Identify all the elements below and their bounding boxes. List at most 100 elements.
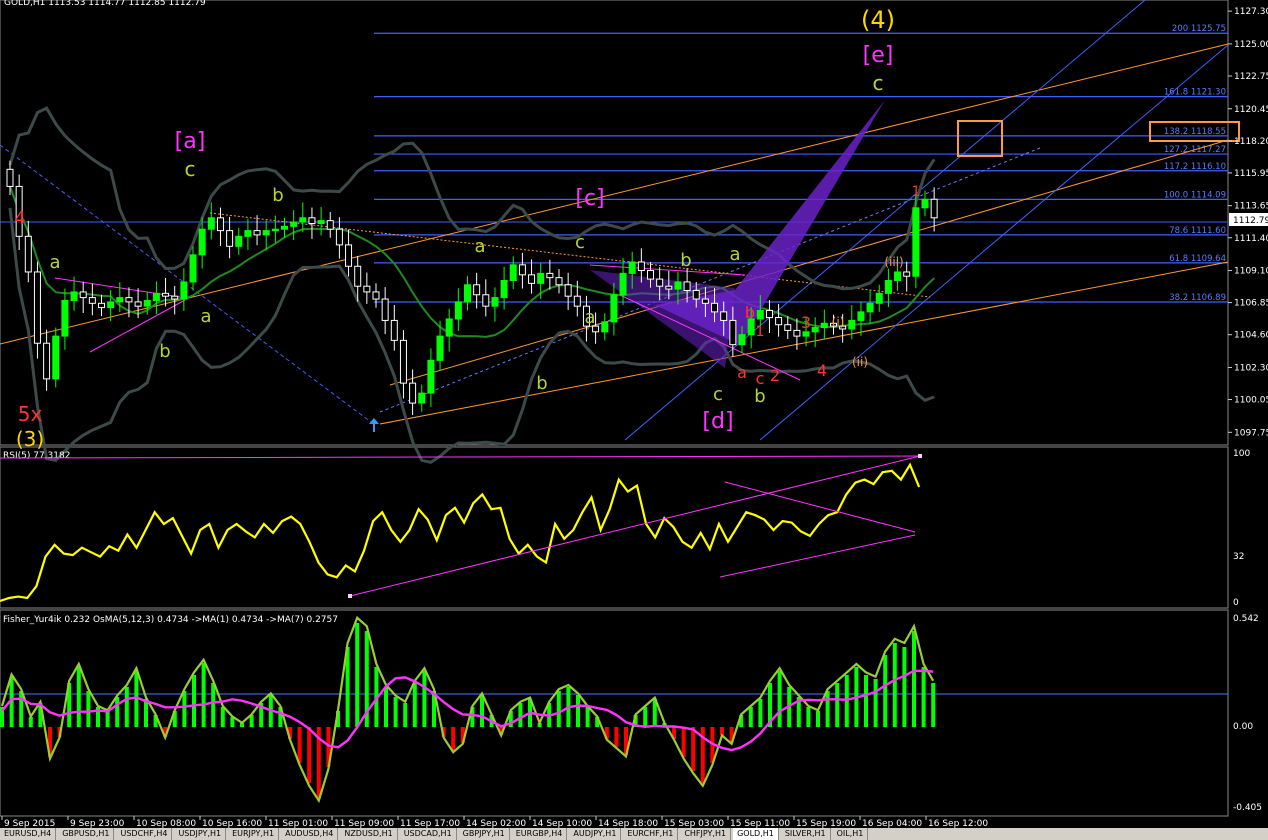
chart-tab[interactable]: GBPJPY,H1 <box>459 828 510 840</box>
candle-body <box>207 217 215 230</box>
candle-body <box>820 322 828 329</box>
candle-body <box>875 292 883 304</box>
price-tick-label: 1115.95 <box>1234 169 1268 179</box>
candle-body <box>647 270 654 280</box>
candle-body <box>171 295 179 300</box>
wave-label-red_4b: 4 <box>817 361 827 380</box>
chart-tab[interactable]: GOLD,H1 <box>733 828 779 840</box>
osma-bar <box>720 727 724 735</box>
candle-body <box>866 302 874 313</box>
fisher-tick-bottom: -0.405 <box>1233 803 1262 813</box>
candle-body <box>116 297 124 303</box>
osma-bar <box>422 671 427 727</box>
osma-bar <box>105 711 110 727</box>
candle-body <box>692 289 700 300</box>
wave-label-wd: [d] <box>702 409 733 434</box>
wave-label-red_1: 1 <box>756 324 765 340</box>
candle-body <box>436 335 444 361</box>
chart-tab[interactable]: OIL,H1 <box>833 828 869 840</box>
osma-bar <box>144 699 148 727</box>
candle-body <box>756 309 764 320</box>
chart-tab[interactable]: USDCHF,H4 <box>116 828 173 840</box>
candle-body <box>793 329 801 337</box>
osma-bar <box>480 695 484 727</box>
chart-tab[interactable]: NZDUSD,H1 <box>340 828 398 840</box>
chart-tab[interactable]: EURJPY,H1 <box>228 828 280 840</box>
candle-body <box>564 284 572 297</box>
time-tick-label: 11 Sep 09:00 <box>334 819 394 828</box>
candle-body <box>619 272 627 296</box>
wave-label-a3: a <box>474 236 485 257</box>
candle-body <box>399 339 407 384</box>
candle-body <box>317 220 325 225</box>
osma-bar <box>816 711 820 727</box>
wave-label-i: (i) <box>832 315 845 329</box>
wave-label-a1: a <box>49 252 60 273</box>
wave-label-wc: [c] <box>575 186 604 211</box>
osma-bar <box>403 703 408 727</box>
candle-body <box>930 198 938 219</box>
price-tick-label: 1127.30 <box>1234 7 1268 17</box>
candle-body <box>98 302 105 309</box>
chart-tab[interactable]: USDCAD,H1 <box>400 828 457 840</box>
wave-label-red_5x: 5x <box>18 402 43 426</box>
candle-body <box>281 225 288 230</box>
wave-label-wa_c: c <box>185 157 196 181</box>
time-tick-label: 10 Sep 16:00 <box>202 819 262 828</box>
candle-body <box>802 331 810 337</box>
wave-label-a4: a <box>584 307 595 328</box>
osma-bar <box>307 727 312 783</box>
chart-tab[interactable]: AUDUSD,H4 <box>281 828 339 840</box>
osma-bar <box>614 727 619 747</box>
price-tick-label: 1118.20 <box>1234 137 1268 147</box>
chart-tab[interactable]: EURCHF,H1 <box>623 828 679 840</box>
candle-body <box>427 359 435 394</box>
candle-body <box>491 297 499 307</box>
candle-body <box>454 301 462 320</box>
chart-tab[interactable]: CHFJPY,H1 <box>680 828 732 840</box>
wave-label-red_a: a <box>737 363 747 382</box>
chart-tab[interactable]: EURUSD,H4 <box>0 828 57 840</box>
time-tick-label: 9 Sep 23:00 <box>70 819 125 828</box>
osma-bar <box>201 663 206 727</box>
fib-label: 38.2 1106.89 <box>1169 293 1226 303</box>
wave-label-a2: a <box>200 306 211 327</box>
osma-bar <box>220 707 225 727</box>
candle-body <box>33 271 41 344</box>
osma-bar <box>758 699 763 727</box>
candle-body <box>464 284 471 303</box>
time-tick-label: 14 Sep 02:00 <box>466 819 526 828</box>
candle-body <box>345 244 353 267</box>
candle-body <box>308 217 316 225</box>
candle-body <box>363 285 371 293</box>
chart-tab[interactable]: USDJPY,H1 <box>174 828 227 840</box>
osma-bar <box>518 703 523 727</box>
chart-tab[interactable]: AUDJPY,H1 <box>569 828 622 840</box>
candle-body <box>610 294 618 323</box>
candle-body <box>107 301 115 309</box>
time-tick-label: 15 Sep 03:00 <box>664 819 724 828</box>
chart-tab[interactable]: SILVER,H1 <box>781 828 831 840</box>
candle-body <box>482 294 490 307</box>
candle-body <box>152 292 160 301</box>
price-tick-label: 1109.10 <box>1234 267 1268 277</box>
osma-bar <box>115 697 120 727</box>
osma-bar <box>912 631 916 727</box>
rsi-tick-32: 32 <box>1233 552 1244 562</box>
chart-tab[interactable]: GBPUSD,H1 <box>58 828 115 840</box>
osma-bar <box>748 707 753 727</box>
chart-canvas[interactable]: 200 1125.75 161.8 1121.30 138.2 1118.55 1 2 7… <box>0 0 1268 828</box>
price-tick-label: 1113.65 <box>1234 202 1268 212</box>
wave-label-we: [e] <box>863 43 894 68</box>
wave-label-wc_top: c <box>873 71 884 95</box>
candle-body <box>775 317 783 326</box>
candle-body <box>729 319 737 346</box>
wave-label-wa: [a] <box>175 129 206 154</box>
candle-body <box>226 230 234 247</box>
fib-label: 78.6 1111.60 <box>1169 226 1226 236</box>
wave-label-red_3: 3 <box>801 313 811 332</box>
price-tick-label: 1125.00 <box>1234 40 1268 50</box>
chart-tab[interactable]: EURGBP,H4 <box>512 828 568 840</box>
price-tick-label: 1100.05 <box>1234 396 1268 406</box>
osma-bar <box>585 707 590 727</box>
